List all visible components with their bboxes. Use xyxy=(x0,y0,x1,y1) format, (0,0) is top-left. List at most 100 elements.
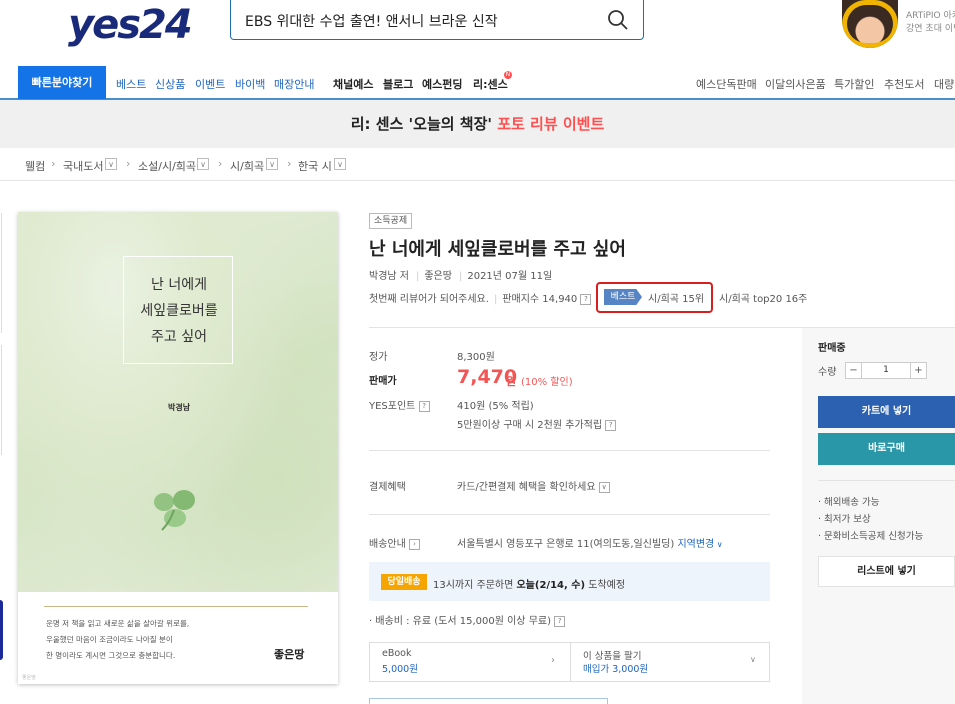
chevron-down-icon[interactable]: ∨ xyxy=(714,540,723,549)
benefit-culture-deduction: · 문화비소득공제 신청가능 xyxy=(818,531,924,542)
nav-blog[interactable]: 블로그 xyxy=(383,76,413,92)
yes-point-label-text: YES포인트 xyxy=(369,401,416,412)
divider xyxy=(570,643,571,681)
quantity-input[interactable]: 1 xyxy=(862,362,910,379)
quick-category-button[interactable]: 빠른분야찾기 xyxy=(18,66,106,99)
nav-special[interactable]: 특가할인 xyxy=(834,76,874,92)
help-icon[interactable]: ? xyxy=(418,400,430,412)
banner-highlight: 포토 리뷰 이벤트 xyxy=(497,115,605,133)
nav-recommend[interactable]: 추천도서 xyxy=(884,76,924,92)
nav-best[interactable]: 베스트 xyxy=(116,76,146,92)
sales-index: 판매지수 14,940 xyxy=(502,294,578,305)
cover-bottom: 운명 저 책을 읽고 새로운 삶을 살아갈 위로를, 우울했던 마음이 조금이라… xyxy=(18,592,338,684)
banner-prefix: 리: 센스 '오늘의 책장' xyxy=(350,115,492,133)
author-link[interactable]: 박경남 저 xyxy=(369,271,409,282)
buy-now-button[interactable]: 바로구매 xyxy=(818,433,955,465)
thumbnail-edge[interactable] xyxy=(0,213,2,333)
add-to-list-button[interactable]: 리스트에 넣기 xyxy=(818,556,955,587)
ebook-box xyxy=(369,642,770,682)
divider xyxy=(818,480,955,481)
chevron-right-icon[interactable]: › xyxy=(551,655,555,666)
chevron-down-icon[interactable]: ∨ xyxy=(197,158,209,170)
cover-small-print: 좋은땅 xyxy=(22,675,36,681)
nav-exclusive[interactable]: 예스단독판매 xyxy=(696,76,757,92)
breadcrumb: 웰컴 › 국내도서 ∨ › 소설/시/희곡 ∨ › 시/희곡 ∨ › 한국 시 … xyxy=(0,148,955,181)
product-meta: 박경남 저 | 좋은땅 | 2021년 07월 11일 xyxy=(369,267,554,282)
sale-price-label: 판매가 xyxy=(369,376,397,387)
nav-store[interactable]: 매장안내 xyxy=(274,76,314,92)
yes24-logo[interactable]: yes24 xyxy=(68,2,193,48)
search-box[interactable]: EBS 위대한 수업 출연! 앤서니 브라운 신작 xyxy=(230,0,644,40)
nav-resense[interactable]: 리:센스 xyxy=(473,76,508,92)
help-icon[interactable]: ? xyxy=(554,615,566,627)
ad-text-line2[interactable]: 강연 초대 이벤 xyxy=(906,21,955,34)
sell-price[interactable]: 매입가 3,000원 xyxy=(583,661,648,675)
quantity-minus-button[interactable]: − xyxy=(845,362,862,379)
breadcrumb-fiction[interactable]: 소설/시/희곡 xyxy=(138,158,196,174)
best-tag[interactable]: 베스트 xyxy=(604,289,642,305)
publisher-link[interactable]: 좋은땅 xyxy=(424,271,452,282)
payment-benefit-text[interactable]: 카드/간편결제 혜택을 확인하세요 xyxy=(457,482,596,493)
same-day-text-c: 도착예정 xyxy=(585,580,626,591)
thumbnail-edge[interactable] xyxy=(0,600,3,660)
quantity-plus-button[interactable]: + xyxy=(910,362,927,379)
breadcrumb-separator: › xyxy=(51,157,56,170)
breadcrumb-domestic[interactable]: 국내도서 xyxy=(63,158,103,174)
breadcrumb-poetry[interactable]: 시/희곡 xyxy=(230,158,264,174)
breadcrumb-separator: › xyxy=(218,157,223,170)
chevron-down-icon[interactable]: ∨ xyxy=(105,158,117,170)
payment-benefit[interactable]: 카드/간편결제 혜택을 확인하세요 ∨ xyxy=(457,478,610,493)
ad-text-line1[interactable]: ARTiPIO 아키 xyxy=(906,8,955,21)
chevron-right-icon[interactable]: › xyxy=(409,538,420,550)
thumbnail-edge[interactable] xyxy=(0,345,2,455)
review-prompt-link[interactable]: 첫번째 리뷰어가 되어주세요. xyxy=(369,294,489,305)
publish-date: 2021년 07월 11일 xyxy=(467,271,553,282)
nav-channel-yes[interactable]: 채널예스 xyxy=(333,76,373,92)
nav-buyback[interactable]: 바이백 xyxy=(235,76,265,92)
cover-artwork: 난 너에게 세잎클로버를 주고 싶어 박경남 xyxy=(18,212,338,592)
nav-funding[interactable]: 예스펀딩 xyxy=(422,76,462,92)
ebook-price[interactable]: 5,000원 xyxy=(382,661,418,675)
search-input[interactable]: EBS 위대한 수업 출연! 앤서니 브라운 신작 xyxy=(245,11,498,31)
cover-publisher: 좋은땅 xyxy=(274,648,305,661)
rank-text[interactable]: 시/희곡 15위 xyxy=(648,290,704,305)
shipping-fee-text: · 배송비 : 유료 (도서 15,000원 이상 무료) xyxy=(369,616,551,627)
nav-gift[interactable]: 이달의사은품 xyxy=(765,76,826,92)
change-region-link[interactable]: 지역변경 xyxy=(677,539,714,550)
breadcrumb-home[interactable]: 웰컴 xyxy=(25,158,45,174)
discount-rate: (10% 할인) xyxy=(521,377,573,388)
review-row: 첫번째 리뷰어가 되어주세요. | 판매지수 14,940 ? xyxy=(369,290,592,305)
payment-label: 결제혜택 xyxy=(369,482,406,493)
book-cover-image[interactable]: 난 너에게 세잎클로버를 주고 싶어 박경남 운명 저 책을 읽고 새로운 삶을… xyxy=(18,212,338,684)
product-title: 난 너에게 세잎클로버를 주고 싶어 xyxy=(369,239,626,260)
rank-top-weeks[interactable]: 시/희곡 top20 16주 xyxy=(719,290,807,305)
ebook-label[interactable]: eBook xyxy=(382,648,412,659)
cover-title: 난 너에게 세잎클로버를 주고 싶어 xyxy=(140,277,218,345)
breadcrumb-korean-poetry[interactable]: 한국 시 xyxy=(298,158,332,174)
yes-point-extra: 5만원이상 구매 시 2천원 추가적립 ? xyxy=(457,416,617,431)
event-banner[interactable]: 리: 센스 '오늘의 책장' 포토 리뷰 이벤트 xyxy=(0,100,955,148)
tax-deduction-badge: 소득공제 xyxy=(369,213,413,229)
ad-avatar-image[interactable] xyxy=(842,0,898,48)
help-icon[interactable]: ? xyxy=(580,293,592,305)
add-to-cart-button[interactable]: 카트에 넣기 xyxy=(818,396,955,428)
benefit-overseas: · 해외배송 가능 xyxy=(818,497,880,508)
nav-event[interactable]: 이벤트 xyxy=(195,76,225,92)
breadcrumb-separator: › xyxy=(287,157,292,170)
chevron-down-icon[interactable]: ∨ xyxy=(334,158,346,170)
help-icon[interactable]: ? xyxy=(605,419,617,431)
chevron-down-icon[interactable]: ∨ xyxy=(598,481,610,493)
shipping-address-text: 서울특별시 영등포구 은행로 11(여의도동,일신빌딩) xyxy=(457,539,675,550)
chevron-down-icon[interactable]: ∨ xyxy=(750,655,756,664)
tab-strip[interactable] xyxy=(369,698,608,704)
nav-bulk[interactable]: 대량 xyxy=(934,76,954,92)
cover-author: 박경남 xyxy=(168,403,191,412)
nav-new[interactable]: 신상품 xyxy=(155,76,185,92)
sell-label[interactable]: 이 상품을 팔기 xyxy=(583,648,641,662)
shipping-address: 서울특별시 영등포구 은행로 11(여의도동,일신빌딩) 지역변경 ∨ xyxy=(457,535,723,550)
same-day-text-a: 13시까지 주문하면 xyxy=(433,580,517,591)
search-icon[interactable] xyxy=(607,9,629,31)
chevron-down-icon[interactable]: ∨ xyxy=(266,158,278,170)
clover-icon xyxy=(154,490,195,531)
separator: | xyxy=(415,271,420,282)
